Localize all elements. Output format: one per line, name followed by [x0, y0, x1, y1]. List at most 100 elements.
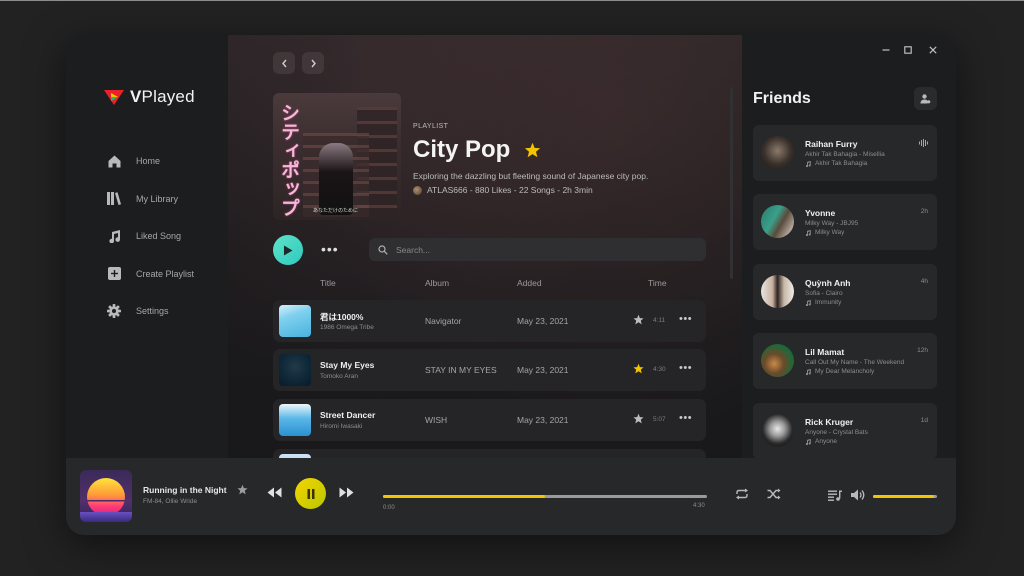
friend-song: Akhir Tak Bahagia - Misellia [805, 151, 885, 158]
star-icon[interactable] [633, 413, 644, 424]
current-time: 0:00 [383, 505, 395, 511]
volume-icon [851, 489, 865, 501]
sidebar-item-liked-song[interactable]: Liked Song [106, 226, 194, 246]
friend-context-text: Akhir Tak Bahagia [815, 160, 868, 167]
top-border [0, 0, 1024, 1]
friend-card[interactable]: Rick Kruger Anyone - Crystal Bats Anyone… [753, 403, 937, 459]
maximize-button[interactable] [901, 43, 915, 57]
volume-fill [873, 495, 934, 498]
track-title: 君は1000% [320, 312, 364, 322]
track-more-button[interactable]: ••• [679, 313, 692, 325]
column-header-title[interactable]: Title [320, 278, 336, 288]
add-user-icon [920, 93, 931, 103]
shuffle-button[interactable] [767, 488, 781, 500]
volume-button[interactable] [851, 489, 866, 501]
sidebar-item-settings[interactable]: Settings [106, 301, 194, 321]
music-note-icon [805, 299, 811, 306]
track-more-button[interactable]: ••• [679, 412, 692, 424]
friend-card[interactable]: Lil Mamat Call Out My Name - The Weekend… [753, 333, 937, 389]
friend-context: Immunity [805, 299, 841, 306]
friend-song: Anyone - Crystal Bats [805, 429, 868, 436]
close-icon [929, 46, 937, 54]
star-icon[interactable] [633, 363, 644, 374]
sidebar-item-my-library[interactable]: My Library [106, 189, 194, 209]
track-added-date: May 23, 2021 [517, 316, 569, 326]
now-playing-artwork[interactable] [80, 470, 132, 522]
cover-figure-art [319, 143, 353, 215]
friend-name: Raihan Furry [805, 139, 858, 149]
track-artist: Tomoko Aran [320, 373, 358, 380]
gear-icon [106, 303, 122, 319]
music-note-icon [106, 228, 122, 244]
track-row[interactable]: Stay My Eyes Tomoko Aran STAY IN MY EYES… [273, 349, 706, 391]
friend-song: Sofia - Clairo [805, 290, 843, 297]
sidebar-item-home[interactable]: Home [106, 151, 194, 171]
friend-avatar [761, 414, 794, 447]
add-friend-button[interactable] [914, 87, 937, 110]
favorite-star-icon[interactable] [524, 142, 541, 158]
friend-last-active: 2h [920, 208, 928, 215]
play-icon [284, 245, 293, 255]
play-playlist-button[interactable] [273, 235, 303, 265]
playback-progress-bar[interactable] [383, 495, 707, 498]
friend-last-active: 4h [920, 278, 928, 285]
friend-last-active: 12h [917, 347, 928, 354]
sidebar-item-label: My Library [136, 193, 179, 204]
minimize-button[interactable] [879, 43, 893, 57]
sidebar-item-label: Liked Song [136, 231, 182, 241]
previous-button[interactable] [267, 487, 282, 498]
track-more-button[interactable]: ••• [679, 362, 692, 374]
star-icon[interactable] [633, 314, 644, 325]
home-icon [106, 153, 122, 169]
friend-card[interactable]: Quỳnh Anh Sofia - Clairo Immunity 4h [753, 264, 937, 320]
friend-last-active: 1d [920, 417, 928, 424]
now-playing-artist[interactable]: FM-84, Ollie Wride [143, 498, 197, 505]
track-added-date: May 23, 2021 [517, 415, 569, 425]
friend-card[interactable]: Yvonne Milky Way - JBJ95 Milky Way 2h [753, 194, 937, 250]
friend-context-text: Anyone [815, 438, 838, 445]
playlist-title: City Pop [413, 136, 511, 163]
playlist-description: Exploring the dazzling but fleeting soun… [413, 171, 649, 181]
column-header-added[interactable]: Added [517, 278, 542, 288]
search-input[interactable] [396, 244, 676, 255]
pause-icon [307, 488, 314, 499]
close-button[interactable] [926, 43, 940, 57]
friend-card[interactable]: Raihan Furry Akhir Tak Bahagia - Miselli… [753, 125, 937, 181]
friend-avatar [761, 275, 794, 308]
back-button[interactable] [273, 52, 295, 74]
next-button[interactable] [339, 487, 354, 498]
volume-slider[interactable] [873, 495, 937, 498]
friend-context: Akhir Tak Bahagia [805, 160, 867, 167]
brand-logo[interactable]: VPlayed [104, 87, 195, 107]
library-icon [106, 191, 122, 207]
column-header-album[interactable]: Album [425, 278, 449, 288]
track-row[interactable]: 君は1000% 1986 Omega Tribe Navigator May 2… [273, 300, 706, 342]
track-list-scrollbar[interactable] [730, 87, 733, 279]
plus-square-icon [106, 266, 122, 282]
forward-button[interactable] [302, 52, 324, 74]
sidebar-item-label: Home [136, 156, 161, 166]
pause-button[interactable] [295, 478, 326, 509]
now-playing-title[interactable]: Running in the Night [143, 485, 227, 495]
sidebar-item-label: Settings [136, 306, 169, 316]
track-artwork [279, 305, 311, 337]
friend-context: Anyone [805, 438, 837, 445]
now-playing-waveform-icon [919, 139, 928, 147]
owner-avatar[interactable] [413, 185, 422, 195]
fast-forward-icon [339, 487, 354, 498]
music-note-icon [805, 368, 811, 375]
brand-name: VPlayed [130, 87, 195, 106]
playlist-more-button[interactable]: ••• [321, 241, 339, 257]
playlist-title-row: City Pop [413, 136, 541, 164]
player-bar: Running in the Night FM-84, Ollie Wride … [66, 458, 956, 535]
repeat-button[interactable] [735, 488, 749, 500]
favorite-star-icon[interactable] [237, 484, 248, 495]
friend-name: Yvonne [805, 208, 836, 218]
queue-button[interactable] [828, 490, 842, 501]
music-note-icon [805, 438, 811, 445]
column-header-time[interactable]: Time [648, 278, 667, 288]
sidebar-item-create-playlist[interactable]: Create Playlist [106, 264, 194, 284]
track-row[interactable]: Street Dancer Hiromi Iwasaki WISH May 23… [273, 399, 706, 441]
friend-context-text: Milky Way [815, 229, 845, 236]
playlist-meta-text: ATLAS666 - 880 Likes - 22 Songs - 2h 3mi… [427, 185, 593, 195]
